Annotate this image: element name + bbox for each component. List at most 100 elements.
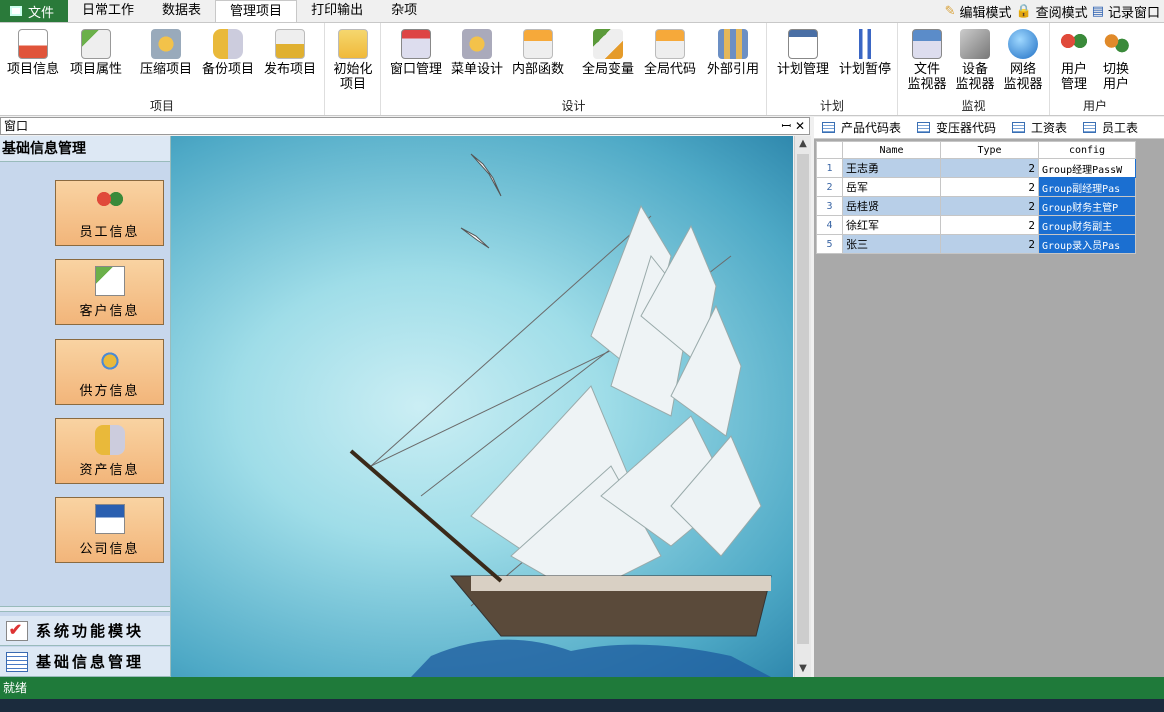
tab-salary[interactable]: 工资表	[1004, 119, 1075, 136]
record-window-button[interactable]: 记录窗口	[1108, 2, 1160, 21]
cell-type[interactable]: 2	[940, 215, 1039, 235]
window-manage-icon	[401, 29, 431, 59]
tools-icon	[462, 29, 492, 59]
cell-config[interactable]: Group录入员Pas	[1038, 234, 1136, 254]
plan-manage-button[interactable]: 计划管理	[773, 29, 833, 77]
menu-bar: 文件 日常工作 数据表 管理项目 打印输出 杂项 ✎ 编辑模式 🔒 查阅模式 ▤ 记录…	[0, 0, 1164, 22]
certificate-icon	[18, 29, 48, 59]
compress-project-button[interactable]: 压缩项目	[136, 29, 196, 77]
global-code-button[interactable]: 全局代码	[640, 29, 700, 77]
view-mode-button[interactable]: 查阅模式	[1036, 2, 1088, 21]
menu-manage-project[interactable]: 管理项目	[215, 0, 298, 22]
cell-config[interactable]: Group副经理Pas	[1038, 177, 1136, 197]
tab-transformer-codes[interactable]: 变压器代码	[909, 119, 1004, 136]
column-header-type[interactable]: Type	[940, 141, 1039, 159]
user-manage-button[interactable]: 用户 管理	[1054, 29, 1094, 92]
cell-config[interactable]: Group经理PassW	[1038, 158, 1136, 178]
switch-user-button[interactable]: 切换 用户	[1096, 29, 1136, 92]
publish-icon	[275, 29, 305, 59]
nav-basic-info[interactable]: 基础信息管理	[0, 647, 170, 677]
lock-icon: 🔒	[1015, 3, 1032, 19]
pin-close-icons[interactable]: ꟷ ✕	[781, 118, 805, 134]
company-info-card[interactable]: 公司信息	[55, 497, 164, 563]
tab-employees[interactable]: 员工表	[1075, 119, 1146, 136]
file-monitor-icon	[912, 29, 942, 59]
window-icon: ▤	[1091, 3, 1104, 19]
asset-info-card[interactable]: 资产信息	[55, 418, 164, 484]
card-label: 员工信息	[79, 225, 140, 240]
table-row[interactable]: 3 岳桂贤 2 Group财务主管P	[816, 196, 1136, 216]
init-project-button[interactable]: 初始化 项目	[329, 29, 377, 92]
checklist-icon: ✔	[6, 621, 28, 641]
scroll-down-icon[interactable]: ▼	[795, 661, 811, 677]
table-icon	[822, 122, 835, 133]
seagull-2	[460, 227, 490, 249]
cell-config[interactable]: Group财务副主	[1038, 215, 1136, 235]
customers-icon	[94, 266, 125, 296]
publish-project-button[interactable]: 发布项目	[260, 29, 320, 77]
employee-info-card[interactable]: 员工信息	[55, 180, 164, 246]
ribbon-group-user: 用户 管理 切换 用户 用户	[1050, 23, 1140, 115]
project-properties-button[interactable]: 项目属性	[66, 29, 126, 77]
panel-splitter[interactable]	[0, 606, 170, 612]
row-number-header	[816, 141, 843, 159]
cell-name[interactable]: 徐红军	[842, 215, 941, 235]
cell-type[interactable]: 2	[940, 177, 1039, 197]
table-row[interactable]: 5 张三 2 Group录入员Pas	[816, 234, 1136, 254]
seagull-1	[470, 153, 502, 197]
scroll-up-icon[interactable]: ▲	[795, 136, 811, 152]
table-row[interactable]: 1 王志勇 2 Group经理PassW	[816, 158, 1136, 178]
project-info-button[interactable]: 项目信息	[4, 29, 62, 77]
menu-design-button[interactable]: 菜单设计	[448, 29, 506, 77]
cell-name[interactable]: 王志勇	[842, 158, 941, 178]
column-header-config[interactable]: config	[1038, 141, 1136, 159]
backup-project-button[interactable]: 备份项目	[198, 29, 258, 77]
file-menu[interactable]: 文件	[0, 0, 69, 22]
plan-pause-button[interactable]: 计划暂停	[835, 29, 895, 77]
menu-daily-work[interactable]: 日常工作	[68, 0, 148, 22]
cell-name[interactable]: 岳军	[842, 177, 941, 197]
table-row[interactable]: 4 徐红军 2 Group财务副主	[816, 215, 1136, 235]
tab-product-codes[interactable]: 产品代码表	[814, 119, 909, 136]
left-panel-header: 基础信息管理	[0, 136, 170, 162]
suppliers-icon	[94, 346, 125, 376]
window-manage-button[interactable]: 窗口管理	[387, 29, 445, 77]
table-icon	[1083, 122, 1097, 133]
dock-title: 窗口	[4, 119, 29, 133]
internal-functions-button[interactable]: 内部函数	[509, 29, 567, 77]
edit-mode-button[interactable]: 编辑模式	[959, 2, 1011, 21]
scroll-thumb[interactable]	[797, 154, 809, 644]
network-monitor-button[interactable]: 网络 监视器	[1000, 29, 1046, 92]
nav-system-modules[interactable]: ✔ 系统功能模块	[0, 616, 170, 646]
menu-data-tables[interactable]: 数据表	[148, 0, 215, 22]
canvas-vertical-scrollbar[interactable]: ▲ ▼	[794, 136, 811, 677]
column-header-name[interactable]: Name	[842, 141, 941, 159]
pause-icon	[850, 29, 880, 59]
cell-type[interactable]: 2	[940, 196, 1039, 216]
group-label-monitor: 监视	[961, 99, 986, 113]
customer-info-card[interactable]: 客户信息	[55, 259, 164, 325]
ribbon-group-plan: 计划管理 计划暂停 计划	[767, 23, 898, 115]
globe-icon	[1008, 29, 1038, 59]
supplier-info-card[interactable]: 供方信息	[55, 339, 164, 405]
cell-name[interactable]: 张三	[842, 234, 941, 254]
menu-print-output[interactable]: 打印输出	[297, 0, 377, 22]
cell-config[interactable]: Group财务主管P	[1038, 196, 1136, 216]
grid-header-row: Name Type config	[816, 141, 1136, 159]
cell-name[interactable]: 岳桂贤	[842, 196, 941, 216]
external-refs-button[interactable]: 外部引用	[703, 29, 763, 77]
card-label: 资产信息	[79, 463, 140, 478]
file-monitor-button[interactable]: 文件 监视器	[904, 29, 950, 92]
ribbon-group-design: 窗口管理 菜单设计 内部函数 全局变量 全局代码 外部引用 设计	[381, 23, 767, 115]
menu-misc[interactable]: 杂项	[377, 0, 431, 22]
cell-type[interactable]: 2	[940, 234, 1039, 254]
ribbon-group-monitor: 文件 监视器 设备 监视器 网络 监视器 监视	[898, 23, 1050, 115]
switch-user-icon	[1101, 29, 1131, 59]
cell-type[interactable]: 2	[940, 158, 1039, 178]
mode-switches: ✎ 编辑模式 🔒 查阅模式 ▤ 记录窗口	[945, 0, 1164, 22]
group-label-design: 设计	[561, 99, 586, 113]
global-variables-button[interactable]: 全局变量	[579, 29, 637, 77]
device-monitor-button[interactable]: 设备 监视器	[952, 29, 998, 92]
window-dock-bar: 窗口 ꟷ ✕	[0, 117, 810, 135]
table-row[interactable]: 2 岳军 2 Group副经理Pas	[816, 177, 1136, 197]
